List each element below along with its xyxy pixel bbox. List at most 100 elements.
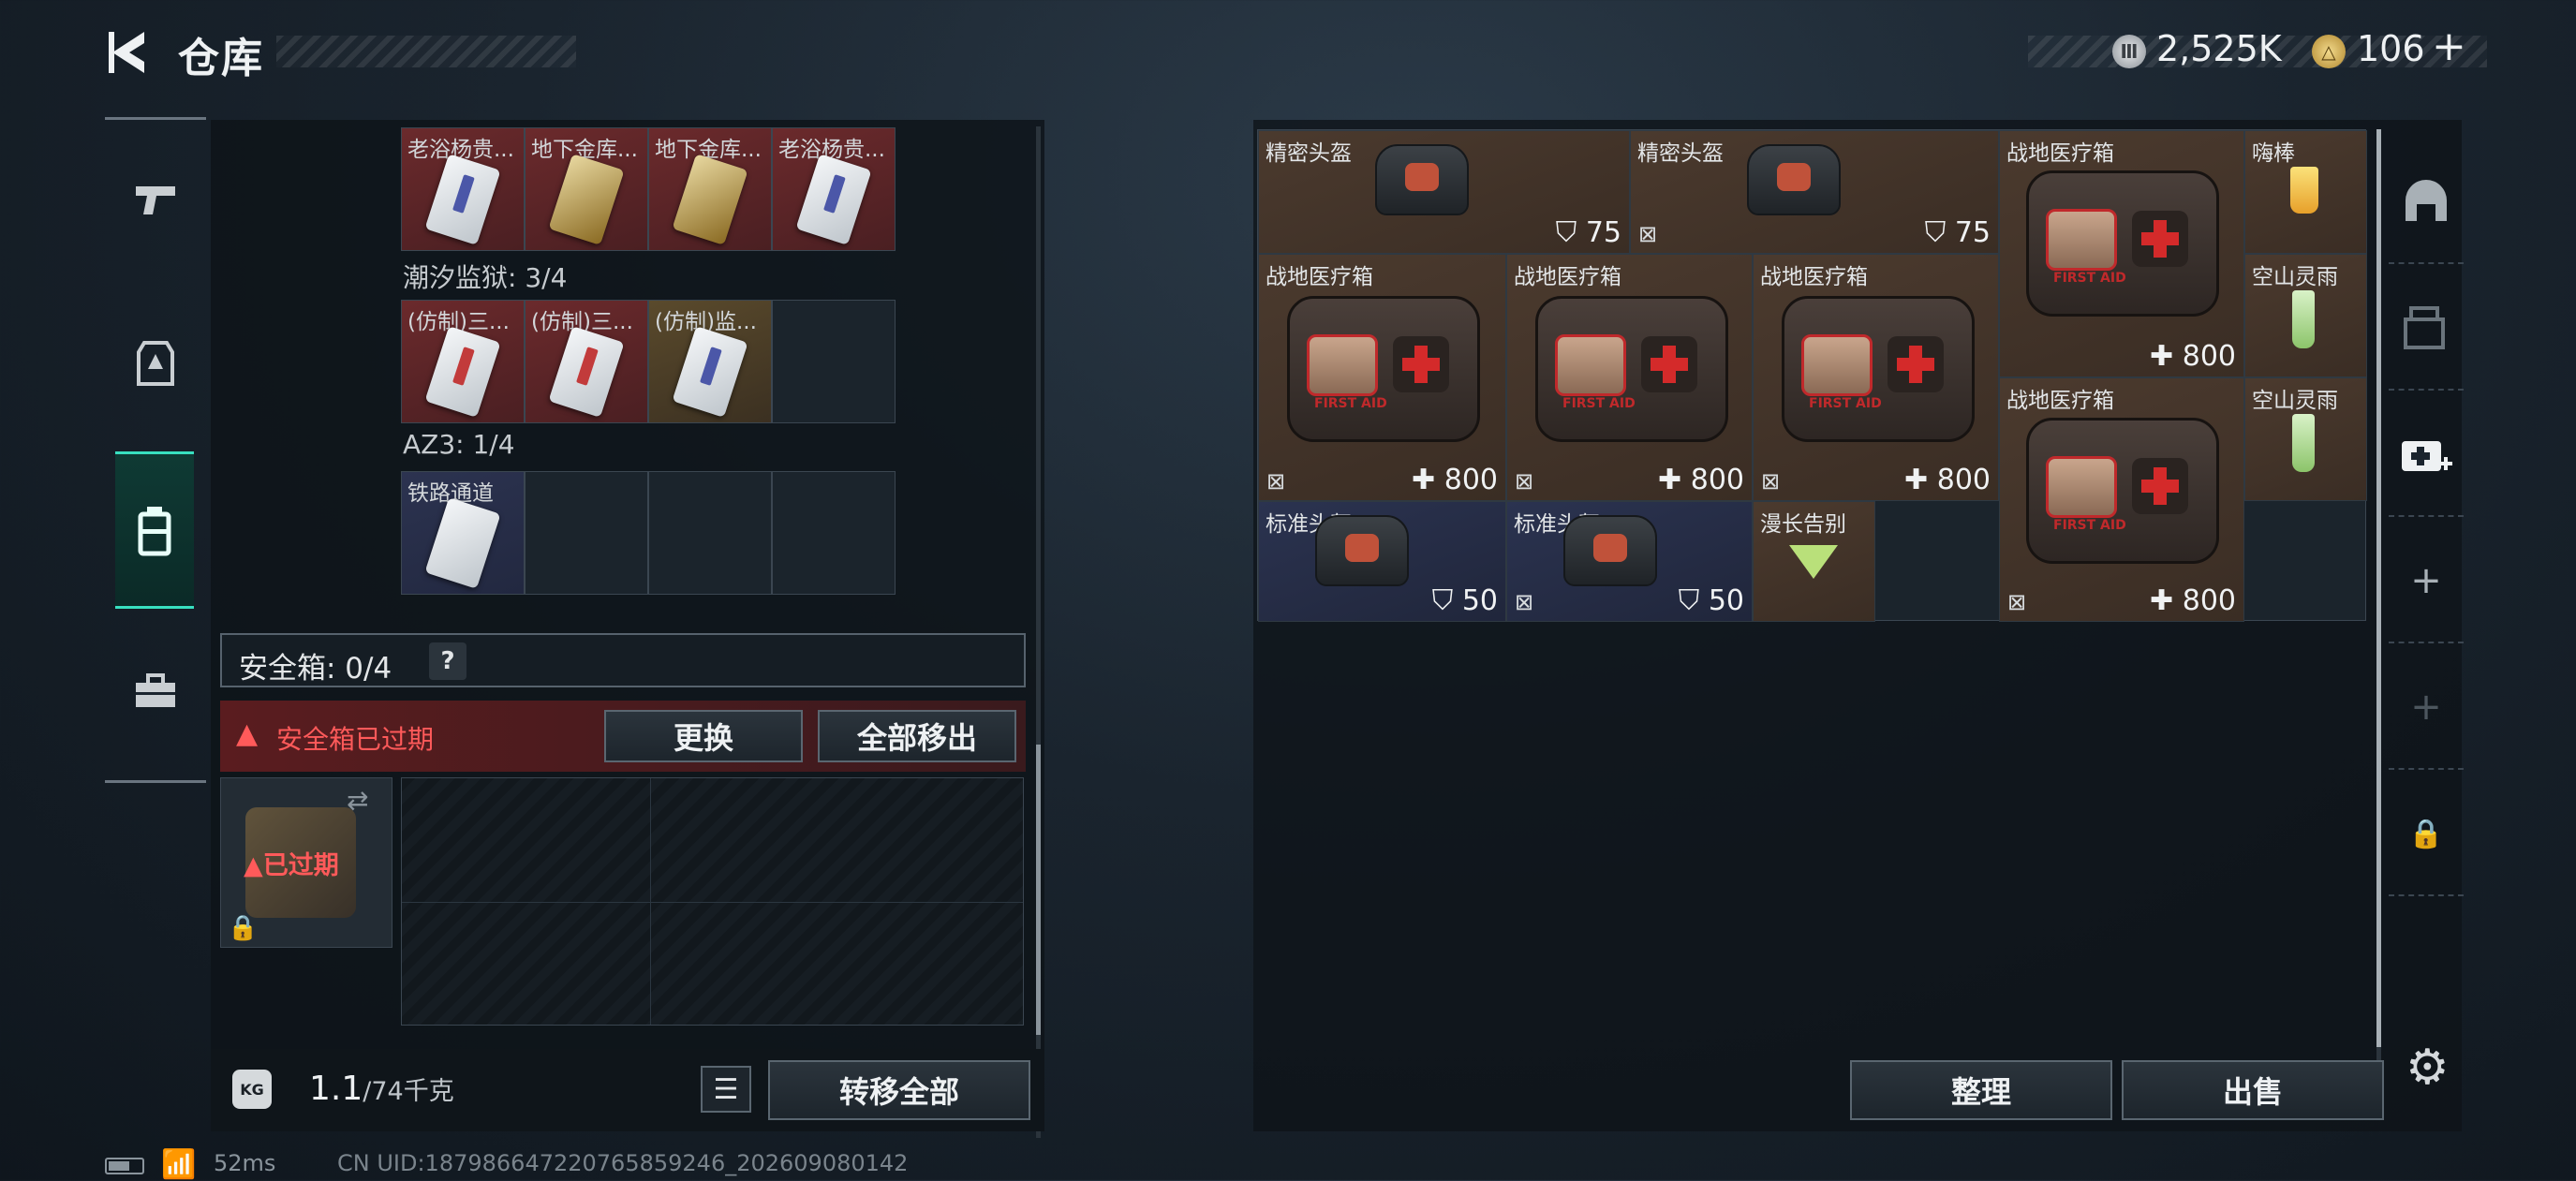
key-card-icon — [424, 326, 501, 418]
key-item[interactable]: (仿制)三... — [401, 300, 525, 423]
empty-key-slot[interactable] — [772, 471, 896, 595]
back-button[interactable] — [103, 26, 152, 79]
inventory-grid: 精密头盔 ⛉ 75 精密头盔 ⊠ ⛉ 75 战地医疗箱 FIRST AID ✚ … — [1257, 129, 2367, 622]
key-card-icon — [672, 326, 748, 418]
medkit-icon: FIRST AID — [1535, 296, 1728, 442]
weight-icon: KG — [232, 1070, 272, 1109]
wifi-icon: 📶 — [161, 1148, 197, 1181]
heal-value: ✚ 800 — [2150, 340, 2236, 373]
sell-button[interactable]: 出售 — [2122, 1060, 2384, 1120]
inventory-item[interactable]: 战地医疗箱 FIRST AID ⊠ ✚ 800 — [1753, 254, 1999, 501]
transfer-all-button[interactable]: 转移全部 — [768, 1060, 1030, 1120]
secure-case-grid[interactable] — [401, 777, 1024, 1026]
uninsured-icon: ⊠ — [1761, 468, 1781, 495]
armor-value: ⛉ 50 — [1431, 584, 1498, 617]
nav-armor[interactable] — [105, 288, 206, 438]
silver-amount: 2,525K — [2156, 28, 2282, 69]
inventory-item[interactable]: 空山灵雨 — [2244, 254, 2367, 377]
case-expired-label: ▲已过期 — [244, 851, 339, 880]
add-currency-button[interactable]: + — [2432, 22, 2466, 70]
sort-button[interactable]: 整理 — [1850, 1060, 2112, 1120]
key-item[interactable]: 老浴杨贵... — [772, 127, 896, 251]
empty-key-slot[interactable] — [648, 471, 772, 595]
inventory-item[interactable]: 战地医疗箱 FIRST AID ✚ 800 — [1999, 130, 2244, 377]
medkit-icon: FIRST AID — [1782, 296, 1975, 442]
container-toolbar: + + 🔒 — [2389, 140, 2464, 937]
uninsured-icon: ⊠ — [1515, 468, 1534, 495]
chevron-left-icon — [109, 32, 144, 73]
gear-icon[interactable]: ⚙ — [2406, 1040, 2450, 1096]
inventory-item[interactable]: 战地医疗箱 FIRST AID ⊠ ✚ 800 — [1258, 254, 1506, 501]
crate-icon — [2404, 306, 2445, 349]
nav-backpack[interactable] — [115, 451, 194, 609]
key-card-icon — [672, 154, 748, 245]
empty-key-slot[interactable] — [772, 300, 896, 423]
key-item[interactable]: 地下金库... — [648, 127, 772, 251]
add-disabled-icon: + — [2389, 646, 2464, 770]
lock-icon: 🔒 — [228, 914, 259, 942]
inventory-item[interactable]: 精密头盔 ⛉ 75 — [1258, 130, 1630, 254]
inventory-item[interactable]: 战地医疗箱 FIRST AID ⊠ ✚ 800 — [1506, 254, 1753, 501]
list-view-button[interactable]: ☰ — [701, 1066, 751, 1113]
key-card-icon — [548, 154, 625, 245]
uninsured-icon: ⊠ — [1515, 589, 1534, 615]
backpack-icon — [138, 507, 171, 556]
scroll-thumb[interactable] — [2376, 129, 2381, 1047]
nav-tools[interactable] — [105, 616, 206, 766]
key-item[interactable]: 老浴杨贵... — [401, 127, 525, 251]
shield-icon: ⛉ — [1431, 584, 1454, 617]
silver-coin-icon: Ⅲ — [2112, 35, 2146, 68]
inventory-item[interactable]: 标准头盔 ⛉ 50 — [1258, 501, 1506, 622]
lock-icon: 🔒 — [2389, 773, 2464, 896]
expired-warning-text: 安全箱已过期 — [276, 724, 435, 755]
key-card-icon — [424, 154, 501, 245]
armor-value: ⛉ 75 — [1924, 216, 1991, 249]
inventory-item[interactable]: 标准头盔 ⊠ ⛉ 50 — [1506, 501, 1753, 622]
key-item[interactable]: (仿制)三... — [525, 300, 648, 423]
nav-weapons[interactable] — [105, 125, 206, 274]
uninsured-icon: ⊠ — [2007, 589, 2027, 615]
key-group-label: AZ3: 1/4 — [403, 429, 515, 460]
helmet-icon — [1563, 515, 1657, 586]
inventory-item[interactable]: 精密头盔 ⊠ ⛉ 75 — [1630, 130, 1999, 254]
heal-value: ✚ 800 — [1904, 464, 1991, 496]
heal-value: ✚ 800 — [2150, 584, 2236, 617]
heal-value: ✚ 800 — [1412, 464, 1498, 496]
key-row: (仿制)三... (仿制)三... (仿制)监... — [401, 300, 896, 423]
secure-case-label: 安全箱: 0/4 — [239, 652, 392, 686]
drink-icon — [2292, 414, 2315, 472]
move-all-button[interactable]: 全部移出 — [818, 710, 1016, 762]
medkit-add-button[interactable] — [2389, 393, 2464, 517]
help-button[interactable]: ? — [429, 642, 466, 680]
inventory-item[interactable]: 空山灵雨 — [2244, 377, 2367, 501]
add-icon[interactable]: + — [2389, 520, 2464, 643]
key-row: 铁路通道 — [401, 471, 896, 595]
inventory-item[interactable]: 战地医疗箱 FIRST AID ⊠ ✚ 800 — [1999, 377, 2244, 622]
shield-icon: ⛉ — [1555, 216, 1577, 249]
shield-icon: ⛉ — [1678, 584, 1700, 617]
key-row: 老浴杨贵... 地下金库... 地下金库... 老浴杨贵... — [401, 127, 896, 251]
title-decoration — [276, 36, 576, 67]
key-item[interactable]: 地下金库... — [525, 127, 648, 251]
uninsured-icon: ⊠ — [1638, 221, 1658, 247]
key-card-icon — [795, 154, 872, 245]
shield-icon: ⛉ — [1924, 216, 1947, 249]
key-item[interactable]: (仿制)监... — [648, 300, 772, 423]
helmet-slot-button[interactable] — [2389, 140, 2464, 264]
page-title: 仓库 — [178, 35, 264, 82]
category-sidebar — [105, 117, 206, 783]
cocktail-icon — [1789, 545, 1838, 579]
gold-coin-icon: △ — [2312, 35, 2346, 68]
scroll-thumb[interactable] — [1036, 745, 1041, 1035]
warning-icon: ▲ — [236, 717, 259, 750]
replace-button[interactable]: 更换 — [604, 710, 803, 762]
helmet-slot-icon — [2406, 180, 2447, 221]
battery-level — [109, 1161, 129, 1171]
inventory-item[interactable]: 漫长告别 — [1753, 501, 1875, 622]
empty-key-slot[interactable] — [525, 471, 648, 595]
key-item[interactable]: 铁路通道 — [401, 471, 525, 595]
swap-icon[interactable]: ⇄ — [347, 785, 368, 816]
crate-button[interactable] — [2389, 267, 2464, 391]
medkit-icon: FIRST AID — [1287, 296, 1480, 442]
inventory-item[interactable]: 嗨棒 — [2244, 130, 2367, 254]
